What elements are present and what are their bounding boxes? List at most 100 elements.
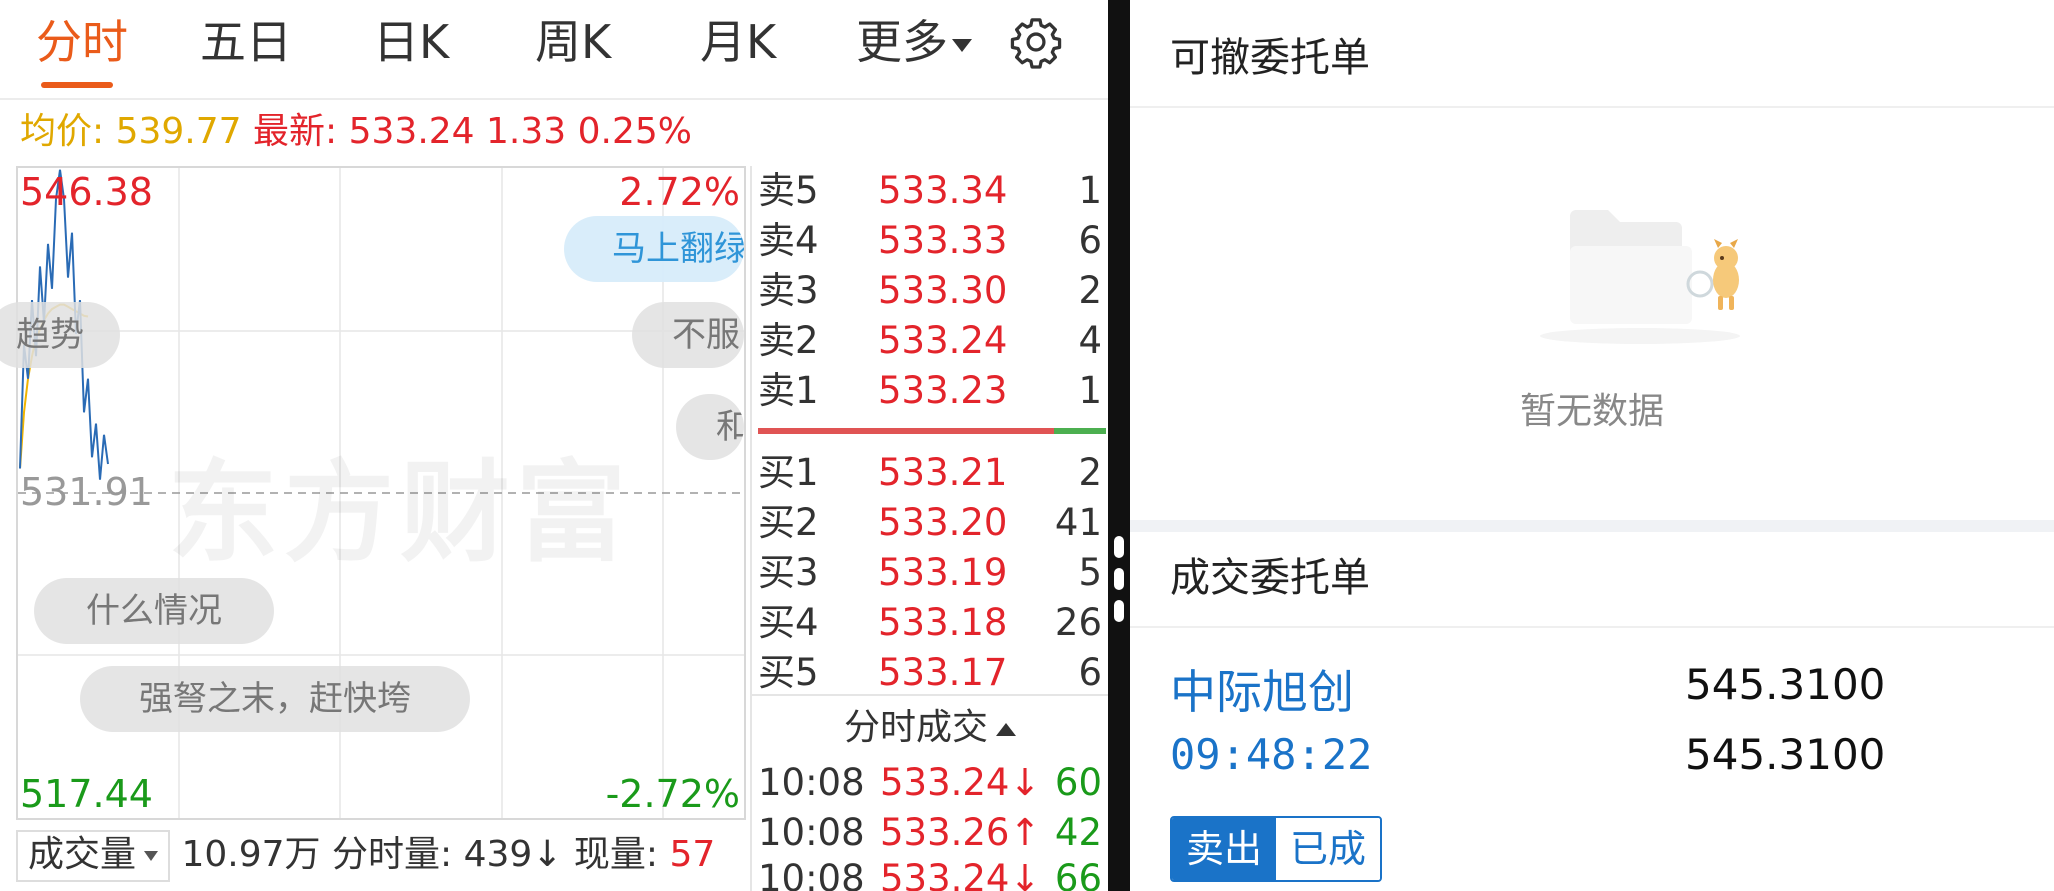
- cancelable-orders-title: 可撤委托单: [1170, 35, 1370, 81]
- order-book: 卖5 533.34 1 卖4 533.33 6 卖3 533.30 2 卖2 533.24 4 …: [750, 166, 1108, 891]
- tab-intraday[interactable]: 分时: [36, 14, 128, 70]
- trade-price: 533.24↓: [880, 857, 1041, 891]
- bid-label: 买4: [758, 601, 819, 644]
- divider: [1130, 106, 2054, 108]
- order-badges: 卖出 已成: [1170, 816, 1383, 882]
- ask-row[interactable]: 卖5 533.34 1: [758, 166, 1108, 216]
- latest-price-label: 最新:: [253, 111, 338, 152]
- price-change: 1.33: [486, 111, 567, 152]
- bid-row[interactable]: 买1 533.21 2: [758, 448, 1108, 498]
- drag-handle-dot: [1114, 600, 1124, 622]
- ask-price: 533.34: [878, 169, 1008, 212]
- bid-row[interactable]: 买3 533.19 5: [758, 548, 1108, 598]
- bid-price: 533.17: [878, 651, 1008, 694]
- y-axis-high: 546.38: [20, 170, 153, 214]
- volume-total: 10.97万: [181, 834, 321, 875]
- trade-time: 10:08: [758, 811, 865, 854]
- bid-price: 533.19: [878, 551, 1008, 594]
- divider: [1130, 626, 2054, 628]
- empty-state-text: 暂无数据: [1519, 391, 1664, 432]
- trade-row: 10:08 533.24↓ 60: [758, 758, 1108, 808]
- period-tabs: 分时 五日 日K 周K 月K 更多: [0, 0, 1108, 100]
- order-status-badge: 已成: [1276, 818, 1381, 880]
- active-tab-indicator: [41, 82, 113, 88]
- order-side-badge: 卖出: [1172, 818, 1277, 880]
- trade-volume: 42: [1054, 811, 1102, 854]
- bid-qty: 5: [1078, 551, 1102, 594]
- order-filled-price: 545.3100: [1685, 730, 1886, 779]
- bid-qty: 2: [1078, 451, 1102, 494]
- danmaku-pill[interactable]: 不服: [632, 302, 744, 368]
- caret-up-icon: [996, 722, 1016, 736]
- drag-handle-dot: [1114, 536, 1124, 558]
- bid-row[interactable]: 买4 533.18 26: [758, 598, 1108, 648]
- trade-time: 10:08: [758, 857, 865, 891]
- bid-row[interactable]: 买2 533.20 41: [758, 498, 1108, 548]
- bid-row[interactable]: 买5 533.17 6: [758, 648, 1108, 698]
- empty-folder-icon: [1540, 210, 1740, 344]
- order-price: 545.3100: [1685, 660, 1886, 709]
- bid-label: 买1: [758, 451, 819, 494]
- bid-ask-ratio-red: [758, 428, 1054, 434]
- order-stock-name[interactable]: 中际旭创: [1170, 656, 1354, 722]
- bid-qty: 26: [1054, 601, 1102, 644]
- ask-qty: 6: [1078, 219, 1102, 262]
- drag-handle-dot: [1114, 568, 1124, 590]
- ask-row[interactable]: 卖1 533.23 1: [758, 366, 1108, 416]
- trade-volume: 60: [1054, 761, 1102, 804]
- price-summary: 均价: 539.77 最新: 533.24 1.33 0.25%: [20, 108, 692, 156]
- ask-label: 卖2: [758, 319, 819, 362]
- danmaku-pill[interactable]: 马上翻绿: [564, 216, 744, 282]
- danmaku-pill[interactable]: 什么情况: [34, 578, 274, 644]
- current-volume-value: 57: [669, 834, 716, 875]
- bid-price: 533.21: [878, 451, 1008, 494]
- indicator-select[interactable]: 成交量: [16, 830, 171, 882]
- tab-five-day[interactable]: 五日: [200, 14, 292, 70]
- caret-down-icon: [144, 851, 159, 861]
- ask-label: 卖5: [758, 169, 819, 212]
- bid-price: 533.20: [878, 501, 1008, 544]
- trade-row: 10:08 533.26↑ 42: [758, 808, 1108, 858]
- gear-icon[interactable]: [1008, 14, 1064, 70]
- bid-label: 买3: [758, 551, 819, 594]
- tab-more[interactable]: 更多: [856, 14, 972, 70]
- pct-axis-high: 2.72%: [619, 170, 740, 214]
- trade-price: 533.26↑: [880, 811, 1041, 854]
- ask-qty: 2: [1078, 269, 1102, 312]
- tab-more-label: 更多: [856, 15, 948, 69]
- trade-time: 10:08: [758, 761, 865, 804]
- ask-price: 533.30: [878, 269, 1008, 312]
- pct-axis-low: -2.72%: [605, 772, 740, 816]
- ask-row[interactable]: 卖2 533.24 4: [758, 316, 1108, 366]
- price-change-pct: 0.25%: [577, 111, 693, 152]
- tab-daily-k[interactable]: 日K: [373, 14, 449, 70]
- intraday-chart[interactable]: 东方财富 546.38 2.72% 531.91 517.44 -2.72% 马…: [0, 166, 746, 820]
- trades-header[interactable]: 分时成交: [752, 694, 1108, 760]
- filled-orders-title: 成交委托单: [1170, 555, 1370, 601]
- ask-row[interactable]: 卖3 533.30 2: [758, 266, 1108, 316]
- bid-qty: 6: [1078, 651, 1102, 694]
- volume-bar: 成交量 10.97万 分时量: 439↓ 现量: 57: [16, 828, 715, 882]
- minute-volume-label: 分时量:: [331, 834, 453, 875]
- latest-price-value: 533.24: [348, 111, 475, 152]
- danmaku-pill[interactable]: 强弩之末，赶快垮: [80, 666, 470, 732]
- indicator-select-label: 成交量: [28, 834, 137, 875]
- current-volume-label: 现量:: [573, 834, 659, 875]
- ask-price: 533.23: [878, 369, 1008, 412]
- watermark-logo: 东方财富: [168, 449, 632, 577]
- trade-price: 533.24↓: [880, 761, 1041, 804]
- ask-row[interactable]: 卖4 533.33 6: [758, 216, 1108, 266]
- ask-price: 533.33: [878, 219, 1008, 262]
- ask-price: 533.24: [878, 319, 1008, 362]
- ask-qty: 4: [1078, 319, 1102, 362]
- trade-row: 10:08 533.24↓ 66: [758, 854, 1108, 891]
- trades-title: 分时成交: [843, 707, 988, 748]
- section-gap: [1130, 520, 2054, 532]
- y-axis-low: 517.44: [20, 772, 153, 816]
- tab-weekly-k[interactable]: 周K: [535, 14, 611, 70]
- split-divider[interactable]: [1108, 0, 1130, 891]
- danmaku-pill[interactable]: 和: [676, 394, 744, 460]
- tab-monthly-k[interactable]: 月K: [700, 14, 776, 70]
- danmaku-pill[interactable]: 趋势: [0, 302, 120, 368]
- ask-qty: 1: [1078, 169, 1102, 212]
